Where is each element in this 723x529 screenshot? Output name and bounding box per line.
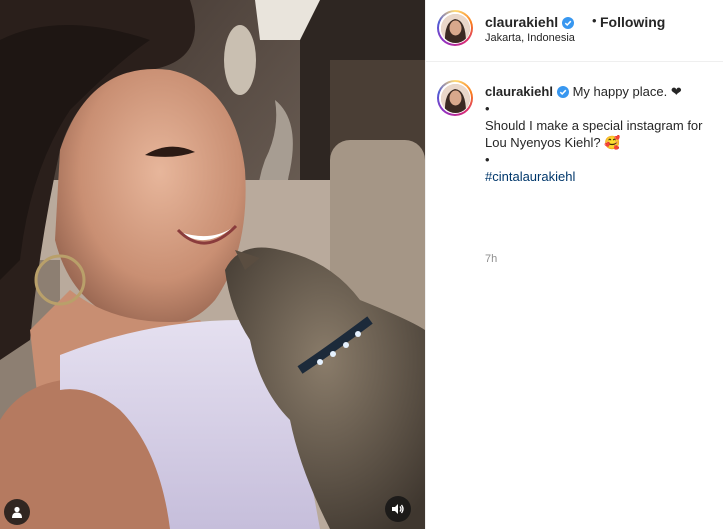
avatar[interactable]: [437, 10, 473, 46]
username-text: claurakiehl: [485, 14, 559, 30]
caption-profile-photo-graphic: [440, 83, 470, 113]
post-media[interactable]: [0, 0, 425, 529]
post-details-panel: claurakiehl • Following Jakarta, Indones…: [425, 0, 723, 529]
profile-photo-graphic: [440, 13, 470, 43]
caption-line-2: Should I make a special instagram for Lo…: [485, 118, 703, 150]
caption-line-1: My happy place. ❤: [572, 84, 682, 99]
caption-profile-photo: [440, 83, 470, 113]
caption-username[interactable]: claurakiehl: [485, 84, 553, 99]
audio-toggle-button[interactable]: [385, 496, 411, 522]
profile-photo: [440, 13, 470, 43]
caption-text: claurakiehl My happy place. ❤ • Should I…: [485, 83, 715, 185]
post-photo: [0, 0, 425, 529]
caption-bullet-1: •: [485, 101, 490, 116]
username-link[interactable]: claurakiehl: [485, 14, 575, 30]
caption-avatar[interactable]: [437, 80, 473, 116]
post-header: claurakiehl • Following Jakarta, Indones…: [426, 0, 723, 62]
caption-bullet-2: •: [485, 152, 490, 167]
audio-icon: [392, 504, 404, 514]
post-timestamp[interactable]: 7h: [485, 253, 497, 265]
user-tag-icon: [12, 506, 22, 518]
separator-dot: •: [592, 13, 597, 28]
user-tag-button[interactable]: [4, 499, 30, 525]
hashtag-link[interactable]: #cintalaurakiehl: [485, 168, 715, 185]
following-button[interactable]: Following: [600, 14, 665, 30]
caption-verified-badge-icon: [556, 86, 569, 98]
post-viewer: claurakiehl • Following Jakarta, Indones…: [0, 0, 723, 529]
location-link[interactable]: Jakarta, Indonesia: [485, 32, 575, 44]
verified-badge-icon: [562, 17, 575, 29]
